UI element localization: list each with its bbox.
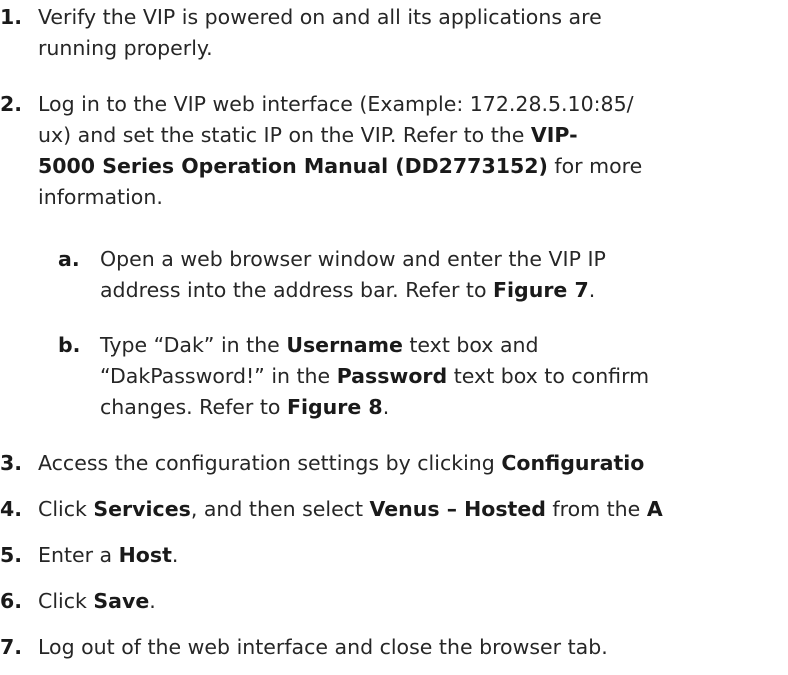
bold-term: Services xyxy=(93,497,191,521)
text-run: ux) and set the static IP on the VIP. Re… xyxy=(38,123,531,147)
step-number: 3. xyxy=(0,451,23,475)
text-run: text box to confirm xyxy=(447,364,650,388)
bold-term: VIP- xyxy=(530,123,578,147)
bold-term: Username xyxy=(286,333,403,357)
bold-term: Venus – Hosted xyxy=(369,497,546,521)
text-line: information. xyxy=(38,182,642,213)
text-line: running properly. xyxy=(38,33,602,64)
step-text: Click Save. xyxy=(38,586,156,617)
text-run: information. xyxy=(38,185,163,209)
text-run: . xyxy=(149,589,156,613)
substep-letter: a. xyxy=(58,247,80,271)
step-number: 1. xyxy=(0,5,23,29)
bold-term: Password xyxy=(336,364,448,388)
bold-term: Figure 8 xyxy=(286,395,383,419)
text-line: Open a web browser window and enter the … xyxy=(100,244,606,275)
text-line: Click Services, and then select Venus – … xyxy=(38,494,663,525)
step-number: 4. xyxy=(0,497,23,521)
text-run: Click xyxy=(38,497,94,521)
text-line: Log out of the web interface and close t… xyxy=(38,632,608,663)
text-run: for more xyxy=(547,154,643,178)
bold-term: Figure 7 xyxy=(493,278,589,302)
substep-letter: b. xyxy=(58,333,81,357)
text-run: . xyxy=(171,543,179,567)
step-number: 7. xyxy=(0,635,23,659)
text-run: running properly. xyxy=(38,36,213,60)
text-run: , and then select xyxy=(190,497,370,521)
bold-term: A xyxy=(646,497,663,521)
bold-term: Save xyxy=(93,589,150,613)
substep-text: Open a web browser window and enter the … xyxy=(100,244,606,306)
text-line: Verify the VIP is powered on and all its… xyxy=(38,2,602,33)
text-run: Log out of the web interface and close t… xyxy=(38,635,608,659)
text-run: Type “Dak” in the xyxy=(100,333,287,357)
text-run: Access the configuration settings by cli… xyxy=(38,451,502,475)
step-text: Click Services, and then select Venus – … xyxy=(38,494,663,525)
text-run: “DakPassword!” in the xyxy=(100,364,337,388)
bold-term: Host xyxy=(118,543,172,567)
substep-text: Type “Dak” in the Username text box and “… xyxy=(100,330,649,423)
text-line: changes. Refer to Figure 8. xyxy=(100,392,649,423)
step-text: Log in to the VIP web interface (Example… xyxy=(38,89,642,213)
text-run: from the xyxy=(545,497,647,521)
text-line: Click Save. xyxy=(38,586,156,617)
step-number: 6. xyxy=(0,589,23,613)
text-line: Enter a Host. xyxy=(38,540,178,571)
bold-term: 5000 Series Operation Manual (DD2773152) xyxy=(38,154,548,178)
text-run: Click xyxy=(38,589,94,613)
text-line: Access the configuration settings by cli… xyxy=(38,448,644,479)
text-line: Type “Dak” in the Username text box and xyxy=(100,330,649,361)
text-run: text box and xyxy=(402,333,539,357)
text-line: ux) and set the static IP on the VIP. Re… xyxy=(38,120,642,151)
step-number: 5. xyxy=(0,543,23,567)
text-run: changes. Refer to xyxy=(100,395,287,419)
text-line: “DakPassword!” in the Password text box … xyxy=(100,361,649,392)
step-number: 2. xyxy=(0,92,23,116)
text-run: . xyxy=(382,395,390,419)
text-line: Log in to the VIP web interface (Example… xyxy=(38,89,642,120)
text-run: . xyxy=(588,278,596,302)
step-text: Enter a Host. xyxy=(38,540,178,571)
text-run: Log in to the VIP web interface (Example… xyxy=(38,92,634,116)
text-run: Enter a xyxy=(38,543,119,567)
text-run: address into the address bar. Refer to xyxy=(100,278,494,302)
step-text: Log out of the web interface and close t… xyxy=(38,632,608,663)
text-run: Open a web browser window and enter the … xyxy=(100,247,606,271)
text-line: address into the address bar. Refer to F… xyxy=(100,275,606,306)
bold-term: Configuratio xyxy=(501,451,645,475)
step-text: Verify the VIP is powered on and all its… xyxy=(38,2,602,64)
text-run: Verify the VIP is powered on and all its… xyxy=(38,5,602,29)
step-text: Access the configuration settings by cli… xyxy=(38,448,644,479)
text-line: 5000 Series Operation Manual (DD2773152)… xyxy=(38,151,642,182)
